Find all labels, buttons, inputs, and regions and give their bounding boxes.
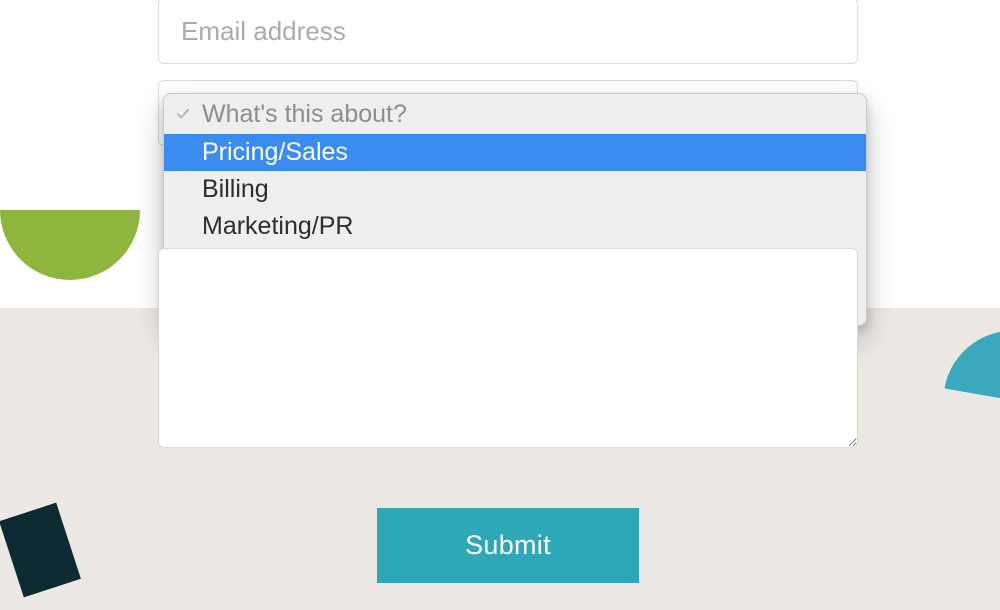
topic-select[interactable]: What's this about? Pricing/Sales Billing…	[158, 80, 858, 146]
topic-option-billing[interactable]: Billing	[164, 171, 866, 208]
message-textarea[interactable]	[158, 248, 858, 448]
contact-form: What's this about? Pricing/Sales Billing…	[158, 0, 858, 583]
topic-option-placeholder[interactable]: What's this about?	[164, 94, 866, 134]
submit-button[interactable]: Submit	[377, 508, 639, 583]
decorative-green-half-circle	[0, 210, 140, 280]
submit-row: Submit	[158, 508, 858, 583]
topic-option-marketing-pr[interactable]: Marketing/PR	[164, 208, 866, 245]
check-icon	[176, 107, 190, 121]
topic-option-label: Pricing/Sales	[202, 140, 348, 165]
email-field[interactable]	[158, 0, 858, 64]
topic-option-label: Marketing/PR	[202, 214, 353, 239]
topic-option-label: What's this about?	[202, 102, 407, 127]
topic-option-label: Billing	[202, 177, 269, 202]
topic-option-pricing-sales[interactable]: Pricing/Sales	[164, 134, 866, 171]
